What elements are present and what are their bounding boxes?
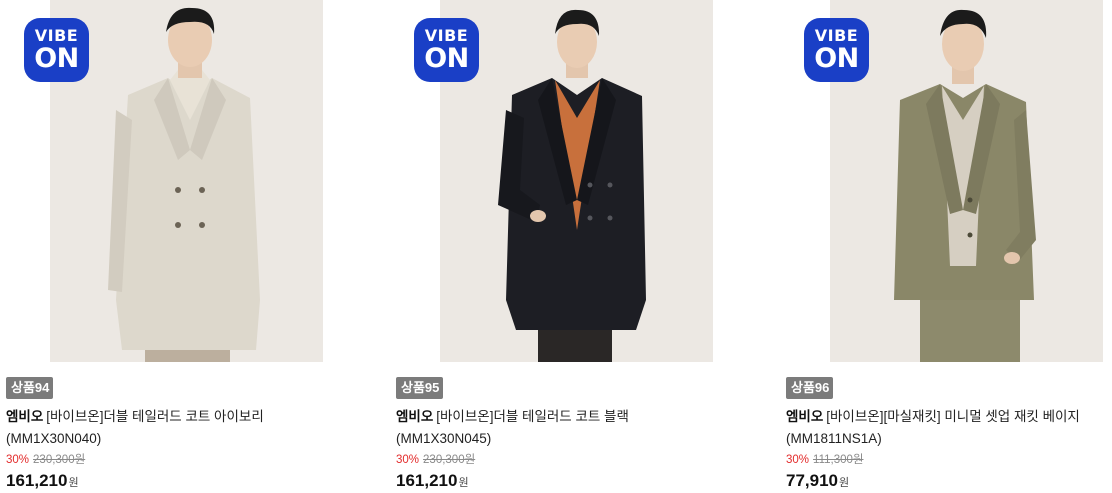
product-info: 상품96 엠비오 [바이브온][마실재킷] 미니멀 셋업 재킷 베이지 (MM18… [780,362,1112,493]
badge-line1: VIBE [814,26,859,45]
price-discount-row: 30% 230,300원 [6,452,370,468]
brand-name: 엠비오 [6,409,44,424]
product-name-link[interactable]: 엠비오 [바이브온]더블 테일러드 코트 블랙 (MM1X30N045) [396,406,696,450]
currency-unit: 원 [458,477,469,489]
currency-unit: 원 [68,477,79,489]
badge-line2: ON [34,43,79,74]
product-tag: 상품95 [396,377,444,399]
product-photo [50,0,323,362]
final-price: 77,910 [786,471,838,490]
product-name-link[interactable]: 엠비오 [바이브온][마실재킷] 미니멀 셋업 재킷 베이지 (MM1811NS1… [786,406,1086,450]
product-info: 상품94 엠비오 [바이브온]더블 테일러드 코트 아이보리 (MM1X30N04… [0,362,370,493]
product-card[interactable]: VIBE ON 상품94 엠비오 [바이브온]더블 테일러드 코트 아이보리 (M… [0,0,370,493]
product-info: 상품95 엠비오 [바이브온]더블 테일러드 코트 블랙 (MM1X30N045)… [390,362,760,493]
product-card[interactable]: VIBE ON 상품95 엠비오 [바이브온]더블 테일러드 코트 블랙 (MM1… [390,0,760,493]
original-price: 230,300원 [423,454,476,466]
product-photo [830,0,1103,362]
product-thumbnail[interactable]: VIBE ON [780,0,1112,362]
discount-rate: 30% [786,454,810,466]
price-discount-row: 30% 111,300원 [786,452,1112,468]
brand-name: 엠비오 [786,409,824,424]
badge-line2: ON [424,43,469,74]
final-price-row: 77,910원 [786,470,1112,493]
price-discount-row: 30% 230,300원 [396,452,760,468]
badge-line1: VIBE [34,26,79,45]
product-tag: 상품96 [786,377,834,399]
product-title: [바이브온]더블 테일러드 코트 아이보리 (MM1X30N040) [6,409,264,446]
original-price: 230,300원 [33,454,86,466]
product-thumbnail[interactable]: VIBE ON [0,0,370,362]
badge-line1: VIBE [424,26,469,45]
vibe-on-badge: VIBE ON [804,18,869,82]
final-price: 161,210 [6,471,68,490]
vibe-on-badge: VIBE ON [24,18,89,82]
product-photo [440,0,713,362]
original-price: 111,300원 [813,454,864,466]
product-grid: VIBE ON 상품94 엠비오 [바이브온]더블 테일러드 코트 아이보리 (M… [0,0,1112,493]
product-card[interactable]: VIBE ON 상품96 엠비오 [바이브온][마실재킷] 미니멀 셋업 재킷 베… [780,0,1112,493]
currency-unit: 원 [839,477,850,489]
discount-rate: 30% [396,454,420,466]
product-name-link[interactable]: 엠비오 [바이브온]더블 테일러드 코트 아이보리 (MM1X30N040) [6,406,306,450]
vibe-on-badge: VIBE ON [414,18,479,82]
final-price-row: 161,210원 [6,470,370,493]
brand-name: 엠비오 [396,409,434,424]
final-price: 161,210 [396,471,458,490]
discount-rate: 30% [6,454,30,466]
badge-line2: ON [814,43,859,74]
product-thumbnail[interactable]: VIBE ON [390,0,760,362]
product-title: [바이브온][마실재킷] 미니멀 셋업 재킷 베이지 (MM1811NS1A) [786,409,1080,446]
final-price-row: 161,210원 [396,470,760,493]
product-tag: 상품94 [6,377,54,399]
